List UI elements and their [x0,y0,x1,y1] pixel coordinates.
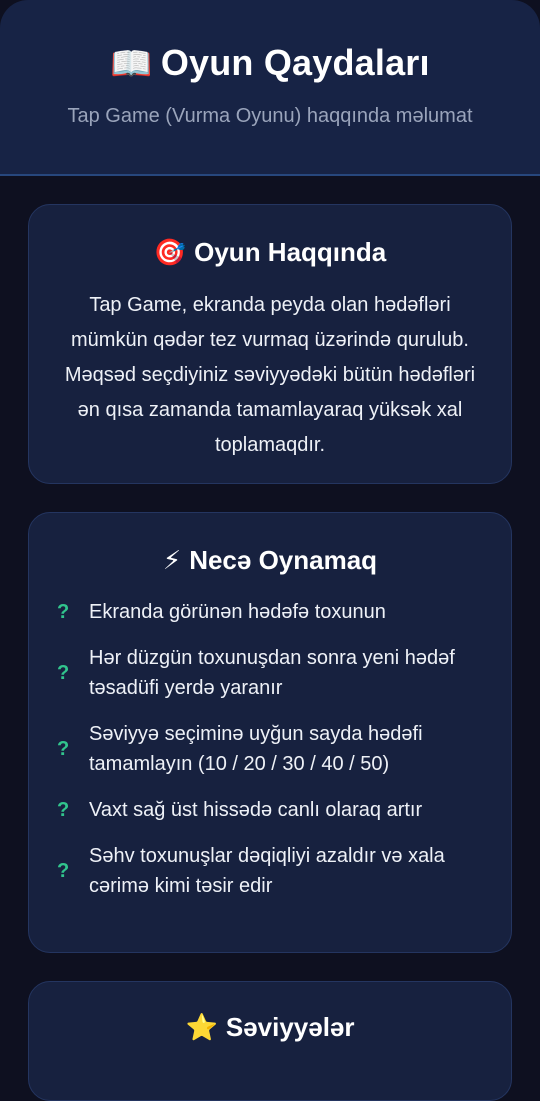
rule-item: ? Səhv toxunuşlar dəqiqliyi azaldır və x… [57,841,491,901]
rule-item: ? Səviyyə seçiminə uyğun sayda hədəfi ta… [57,719,491,779]
levels-title: ⭐ Səviyyələr [29,1012,511,1043]
check-icon: ? [57,662,70,684]
rule-item: ? Hər düzgün toxunuşdan sonra yeni hədəf… [57,643,491,703]
rule-item: ? Ekranda görünən hədəfə toxunun [57,597,491,627]
rule-text: Hər düzgün toxunuşdan sonra yeni hədəf t… [89,647,455,699]
about-text: Tap Game, ekranda peyda olan hədəfləri m… [64,294,476,456]
rule-text: Səviyyə seçiminə uyğun sayda hədəfi tama… [89,723,423,775]
page-title-text: Oyun Qaydaları [160,42,430,83]
lightning-icon: ⚡ [162,545,182,575]
page-subtitle: Tap Game (Vurma Oyunu) haqqında məlumat [67,105,473,127]
book-icon: 📖 [110,45,153,83]
about-title: 🎯 Oyun Haqqında [29,237,511,268]
how-to-play-title: ⚡ Necə Oynamaq [29,545,511,576]
rule-text: Səhv toxunuşlar dəqiqliyi azaldır və xal… [89,845,445,897]
how-to-play-card: ⚡ Necə Oynamaq ? Ekranda görünən hədəfə t… [28,512,512,953]
levels-title-text: Səviyyələr [225,1012,355,1042]
about-card: 🎯 Oyun Haqqında Tap Game, ekranda peyda o… [28,204,512,484]
target-icon: 🎯 [153,237,187,267]
rule-text: Ekranda görünən hədəfə toxunun [89,601,386,623]
rule-item: ? Vaxt sağ üst hissədə canlı olaraq artı… [57,795,491,825]
rules-list: ? Ekranda görünən hədəfə toxunun ? Hər d… [57,597,491,917]
page-header: 📖 Oyun Qaydaları Tap Game (Vurma Oyunu) h… [0,0,540,176]
about-title-text: Oyun Haqqında [194,237,387,267]
check-icon: ? [57,738,70,760]
rule-text: Vaxt sağ üst hissədə canlı olaraq artır [89,799,423,821]
star-icon: ⭐ [185,1012,218,1042]
check-icon: ? [57,601,70,623]
how-to-play-title-text: Necə Oynamaq [189,545,378,575]
check-icon: ? [57,799,70,821]
levels-card: ⭐ Səviyyələr [28,981,512,1101]
check-icon: ? [57,860,70,882]
page-title: 📖 Oyun Qaydaları [0,42,540,84]
